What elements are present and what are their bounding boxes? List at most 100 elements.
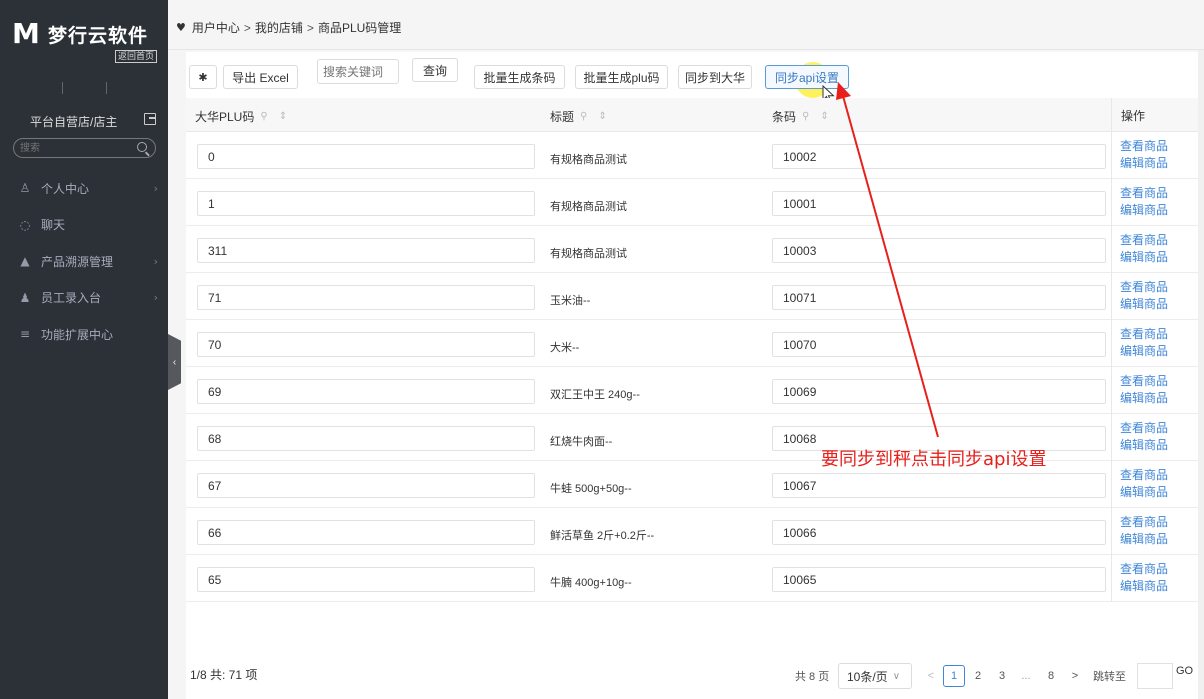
go-button[interactable]: GO: [1176, 665, 1193, 677]
barcode-input[interactable]: 10069: [772, 379, 1106, 404]
plu-input[interactable]: 1: [197, 191, 535, 216]
view-product-link[interactable]: 查看商品: [1120, 326, 1198, 343]
plu-input[interactable]: 70: [197, 332, 535, 357]
settings-button[interactable]: ✱: [189, 65, 217, 89]
plu-input[interactable]: 66: [197, 520, 535, 545]
view-product-link[interactable]: 查看商品: [1120, 420, 1198, 437]
table-body: 0 有规格商品测试 10002 查看商品 编辑商品 1 有规格商品测试 10001 查看商品 编辑…: [186, 132, 1198, 602]
column-filter-sort-icon[interactable]: ⚲ ⇕: [802, 111, 833, 122]
edit-product-link[interactable]: 编辑商品: [1120, 343, 1198, 360]
edit-product-link[interactable]: 编辑商品: [1120, 155, 1198, 172]
column-filter-sort-icon[interactable]: ⚲ ⇕: [580, 111, 611, 122]
keyword-search-input[interactable]: [318, 60, 396, 83]
sidebar-item-extensions[interactable]: ≡ 功能扩展中心: [0, 316, 168, 353]
table-row: 1 有规格商品测试 10001 查看商品 编辑商品: [186, 179, 1198, 226]
row-actions: 查看商品 编辑商品: [1111, 461, 1198, 508]
sidebar-search: [13, 138, 156, 158]
batch-plu-button[interactable]: 批量生成plu码: [575, 65, 668, 89]
table-row: 311 有规格商品测试 10003 查看商品 编辑商品: [186, 226, 1198, 273]
edit-product-link[interactable]: 编辑商品: [1120, 202, 1198, 219]
barcode-input[interactable]: 10071: [772, 285, 1106, 310]
plu-input[interactable]: 69: [197, 379, 535, 404]
plu-input[interactable]: 311: [197, 238, 535, 263]
column-header-barcode[interactable]: 条码 ⚲ ⇕: [772, 108, 833, 125]
chat-icon: ◌: [19, 217, 31, 232]
page-3-button[interactable]: 3: [991, 665, 1013, 687]
logo-text: 梦行云软件: [48, 25, 149, 47]
sidebar-collapse-handle[interactable]: ‹: [168, 334, 181, 390]
page-8-button[interactable]: 8: [1040, 665, 1062, 687]
barcode-input[interactable]: 10001: [772, 191, 1106, 216]
page-size-select[interactable]: 10条/页 ∨: [838, 663, 912, 689]
view-product-link[interactable]: 查看商品: [1120, 185, 1198, 202]
edit-product-link[interactable]: 编辑商品: [1120, 296, 1198, 313]
column-header-ops-cell: 操作: [1111, 98, 1198, 132]
edit-product-link[interactable]: 编辑商品: [1120, 578, 1198, 595]
box-icon: ▲: [20, 254, 30, 269]
column-filter-sort-icon[interactable]: ⚲ ⇕: [260, 111, 291, 122]
page-ellipsis: ...: [1021, 670, 1031, 682]
view-product-link[interactable]: 查看商品: [1120, 561, 1198, 578]
edit-product-link[interactable]: 编辑商品: [1120, 437, 1198, 454]
view-product-link[interactable]: 查看商品: [1120, 138, 1198, 155]
query-button[interactable]: 查询: [412, 58, 458, 82]
page-2-button[interactable]: 2: [967, 665, 989, 687]
column-header-ops: 操作: [1121, 109, 1146, 123]
column-header-title[interactable]: 标题 ⚲ ⇕: [550, 108, 611, 125]
menu-lines-icon: ≡: [19, 327, 31, 342]
sidebar-item-product-trace[interactable]: ▲ 产品溯源管理 ›: [0, 243, 168, 280]
sidebar-item-staff-entry[interactable]: ♟ 员工录入台 ›: [0, 280, 168, 317]
barcode-input[interactable]: 10070: [772, 332, 1106, 357]
barcode-input[interactable]: 10003: [772, 238, 1106, 263]
view-product-link[interactable]: 查看商品: [1120, 514, 1198, 531]
breadcrumb: ♥ 用户中心 > 我的店铺 > 商品PLU码管理: [176, 19, 401, 36]
export-excel-button[interactable]: 导出 Excel: [223, 65, 298, 89]
view-product-link[interactable]: 查看商品: [1120, 279, 1198, 296]
search-icon[interactable]: [137, 142, 147, 152]
main-panel: ✱ 导出 Excel 查询 批量生成条码 批量生成plu码 同步到大华 同步ap…: [186, 52, 1198, 699]
view-product-link[interactable]: 查看商品: [1120, 232, 1198, 249]
prev-page-button[interactable]: <: [920, 665, 942, 687]
barcode-input[interactable]: 10066: [772, 520, 1106, 545]
barcode-input[interactable]: 10067: [772, 473, 1106, 498]
sidebar-item-label: 聊天: [41, 218, 66, 233]
sidebar-item-personal-center[interactable]: ♙ 个人中心 ›: [0, 170, 168, 207]
view-product-link[interactable]: 查看商品: [1120, 467, 1198, 484]
back-home-link[interactable]: 返回首页: [115, 50, 158, 63]
row-actions: 查看商品 编辑商品: [1111, 320, 1198, 367]
edit-product-link[interactable]: 编辑商品: [1120, 531, 1198, 548]
barcode-input[interactable]: 10065: [772, 567, 1106, 592]
sync-api-settings-button[interactable]: 同步api设置: [765, 65, 849, 89]
plu-input[interactable]: 65: [197, 567, 535, 592]
column-header-plu[interactable]: 大华PLU码 ⚲ ⇕: [195, 108, 291, 125]
chevron-right-icon: ›: [153, 254, 158, 268]
batch-barcode-button[interactable]: 批量生成条码: [474, 65, 565, 89]
page-1-button[interactable]: 1: [943, 665, 965, 687]
app-logo[interactable]: M 梦行云软件: [12, 14, 148, 54]
edit-product-link[interactable]: 编辑商品: [1120, 249, 1198, 266]
row-actions: 查看商品 编辑商品: [1111, 414, 1198, 461]
plu-input[interactable]: 0: [197, 144, 535, 169]
plu-input[interactable]: 71: [197, 285, 535, 310]
sidebar-search-input[interactable]: [14, 139, 129, 157]
logo-mark-icon: M: [12, 17, 40, 50]
logout-icon[interactable]: [144, 113, 156, 125]
table-row: 69 双汇王中王 240g-- 10069 查看商品 编辑商品: [186, 367, 1198, 414]
next-page-button[interactable]: >: [1064, 665, 1086, 687]
breadcrumb-item-my-shop[interactable]: 我的店铺: [255, 19, 303, 36]
product-title: 有规格商品测试: [550, 248, 627, 260]
total-pages: 共 8 页: [795, 671, 830, 683]
sync-dahua-button[interactable]: 同步到大华: [678, 65, 752, 89]
jump-page-input[interactable]: [1137, 663, 1173, 689]
plu-input[interactable]: 67: [197, 473, 535, 498]
breadcrumb-item-user-center[interactable]: 用户中心: [192, 19, 240, 36]
barcode-input[interactable]: 10002: [772, 144, 1106, 169]
edit-product-link[interactable]: 编辑商品: [1120, 390, 1198, 407]
view-product-link[interactable]: 查看商品: [1120, 373, 1198, 390]
row-actions: 查看商品 编辑商品: [1111, 508, 1198, 555]
plu-input[interactable]: 68: [197, 426, 535, 451]
column-header-label: 标题: [550, 110, 575, 124]
edit-product-link[interactable]: 编辑商品: [1120, 484, 1198, 501]
sidebar-item-chat[interactable]: ◌ 聊天: [0, 207, 168, 244]
chevron-right-icon: ›: [153, 291, 158, 305]
